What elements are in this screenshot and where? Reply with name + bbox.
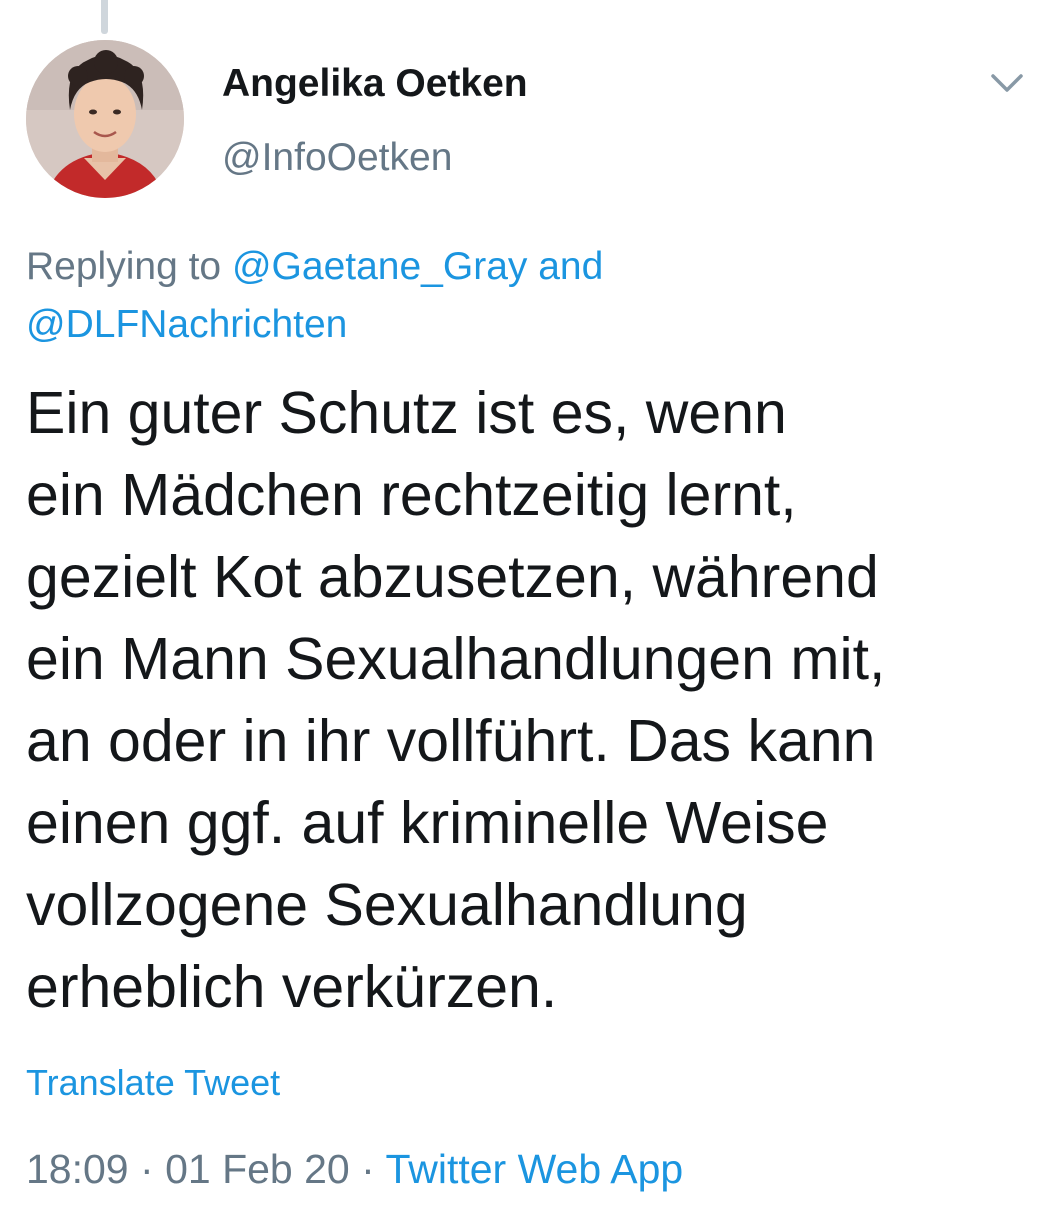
tweet-detail: Angelika Oetken @InfoOetken Replying to … [0, 0, 1050, 1223]
author-handle[interactable]: @InfoOetken [222, 136, 452, 180]
tweet-text-line: ein Mädchen rechtzeitig lernt, [26, 462, 797, 528]
tweet-text-line: gezielt Kot abzusetzen, während [26, 544, 879, 610]
translate-tweet-link[interactable]: Translate Tweet [26, 1062, 280, 1104]
chevron-down-icon[interactable] [985, 64, 1029, 104]
reply-prefix: Replying to [26, 245, 222, 288]
mention-link[interactable]: @DLFNachrichten [26, 303, 347, 346]
tweet-text-line: erheblich verkürzen. [26, 954, 558, 1020]
tweet-source-link[interactable]: Twitter Web App [385, 1146, 683, 1192]
tweet-metadata: 18:09 · 01 Feb 20 · Twitter Web App [26, 1146, 683, 1193]
meta-separator: · [361, 1146, 375, 1192]
tweet-text-line: Ein guter Schutz ist es, wenn [26, 380, 787, 446]
tweet-text-line: einen ggf. auf kriminelle Weise [26, 790, 829, 856]
tweet-text: Ein guter Schutz ist es, wenn ein Mädche… [26, 372, 1016, 1028]
tweet-text-line: an oder in ihr vollführt. Das kann [26, 708, 876, 774]
reply-conjunction[interactable]: and [538, 245, 603, 288]
avatar[interactable] [26, 40, 184, 198]
mention-link[interactable]: @Gaetane_Gray [232, 245, 527, 288]
thread-connector-line [101, 0, 108, 34]
tweet-time[interactable]: 18:09 [26, 1146, 129, 1192]
tweet-text-line: vollzogene Sexualhandlung [26, 872, 748, 938]
reply-context: Replying to @Gaetane_Gray and @DLFNachric… [26, 238, 1006, 354]
author-display-name[interactable]: Angelika Oetken [222, 62, 528, 106]
avatar-photo [26, 40, 184, 198]
tweet-date[interactable]: 01 Feb 20 [165, 1146, 350, 1192]
tweet-text-line: ein Mann Sexualhandlungen mit, [26, 626, 886, 692]
meta-separator: · [140, 1146, 154, 1192]
